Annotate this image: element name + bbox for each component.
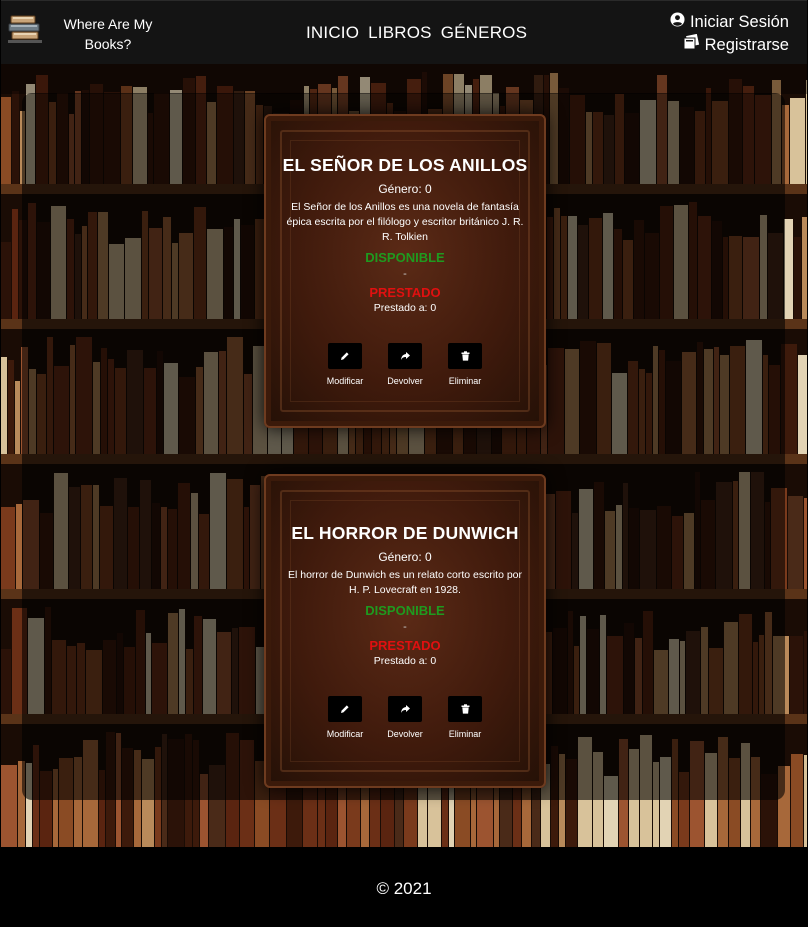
edit-action: Modificar: [323, 696, 367, 739]
status-loaned: PRESTADO: [369, 638, 441, 653]
status-loaned: PRESTADO: [369, 285, 441, 300]
loaned-to: Prestado a: 0: [373, 655, 437, 667]
share-arrow-icon: [400, 349, 411, 364]
edit-button[interactable]: [328, 343, 362, 369]
nav-libros[interactable]: LIBROS: [368, 23, 432, 43]
book-description: El horror de Dunwich es un relato corto …: [287, 569, 523, 596]
login-label: Iniciar Sesión: [689, 13, 789, 31]
register-link[interactable]: Registrarse: [670, 33, 789, 57]
pencil-icon: [340, 702, 350, 717]
user-circle-icon: [670, 11, 685, 34]
status-separator: -: [403, 621, 407, 633]
loaned-to: Prestado a: 0: [373, 302, 437, 314]
book-spine: [8, 360, 14, 454]
status-available: DISPONIBLE: [365, 250, 445, 265]
login-link[interactable]: Iniciar Sesión: [670, 11, 789, 34]
status-separator: -: [403, 268, 407, 280]
book-spine: [1, 357, 7, 454]
book-spine: [790, 98, 805, 184]
return-action: Devolver: [383, 696, 427, 739]
top-navbar: Where Are My Books? INICIO LIBROS GÉNERO…: [1, 0, 807, 65]
delete-label: Eliminar: [448, 729, 482, 739]
edit-button[interactable]: [328, 696, 362, 722]
pencil-icon: [340, 349, 350, 364]
status-available: DISPONIBLE: [365, 603, 445, 618]
delete-action: Eliminar: [443, 696, 487, 739]
book-spine: [1, 765, 17, 847]
book-spine: [12, 91, 19, 184]
book-genre: Género: 0: [378, 550, 432, 564]
book-spine: [798, 355, 807, 454]
book-spine: [12, 209, 18, 319]
book-spine: [802, 217, 807, 319]
books-icon: [683, 33, 700, 57]
delete-label: Eliminar: [448, 376, 482, 386]
main-nav: INICIO LIBROS GÉNEROS: [306, 23, 527, 43]
book-spine: [804, 498, 807, 589]
book-description: El Señor de los Anillos es una novela de…: [286, 201, 524, 243]
book-spine: [1, 649, 11, 714]
book-spine: [1, 242, 11, 319]
book-title: EL HORROR DE DUNWICH: [291, 523, 519, 543]
book-spine: [806, 80, 807, 184]
book-actions: Modificar Devolver Eliminar: [264, 696, 546, 739]
book-stack-icon[interactable]: [7, 13, 43, 47]
book-spine: [804, 631, 807, 714]
footer: © 2021: [1, 847, 807, 927]
book-actions: Modificar Devolver Eliminar: [264, 343, 546, 386]
share-arrow-icon: [400, 702, 411, 717]
book-spine: [790, 636, 803, 714]
return-action: Devolver: [383, 343, 427, 386]
book-spine: [791, 754, 803, 847]
return-label: Devolver: [387, 376, 423, 386]
book-spine: [784, 219, 793, 319]
book-spine: [788, 496, 803, 589]
nav-inicio[interactable]: INICIO: [306, 23, 359, 43]
trash-icon: [461, 349, 470, 364]
delete-action: Eliminar: [443, 343, 487, 386]
book-spine: [1, 507, 15, 589]
return-label: Devolver: [387, 729, 423, 739]
delete-button[interactable]: [448, 696, 482, 722]
trash-icon: [461, 702, 470, 717]
book-genre: Género: 0: [378, 182, 432, 196]
auth-links: Iniciar Sesión Registrarse: [670, 11, 789, 57]
book-card: EL HORROR DE DUNWICH Género: 0 El horror…: [264, 474, 546, 788]
book-title: EL SEÑOR DE LOS ANILLOS: [282, 155, 528, 175]
book-spine: [804, 755, 807, 847]
book-spine: [794, 237, 801, 319]
return-button[interactable]: [388, 696, 422, 722]
edit-action: Modificar: [323, 343, 367, 386]
register-label: Registrarse: [704, 36, 789, 54]
book-spine: [1, 97, 11, 184]
copyright: © 2021: [376, 879, 432, 898]
brand-name[interactable]: Where Are My Books?: [55, 14, 161, 54]
delete-button[interactable]: [448, 343, 482, 369]
book-card: EL SEÑOR DE LOS ANILLOS Género: 0 El Señ…: [264, 114, 546, 428]
book-spine: [15, 381, 20, 454]
nav-generos[interactable]: GÉNEROS: [441, 23, 527, 43]
edit-label: Modificar: [326, 376, 364, 386]
return-button[interactable]: [388, 343, 422, 369]
edit-label: Modificar: [326, 729, 364, 739]
